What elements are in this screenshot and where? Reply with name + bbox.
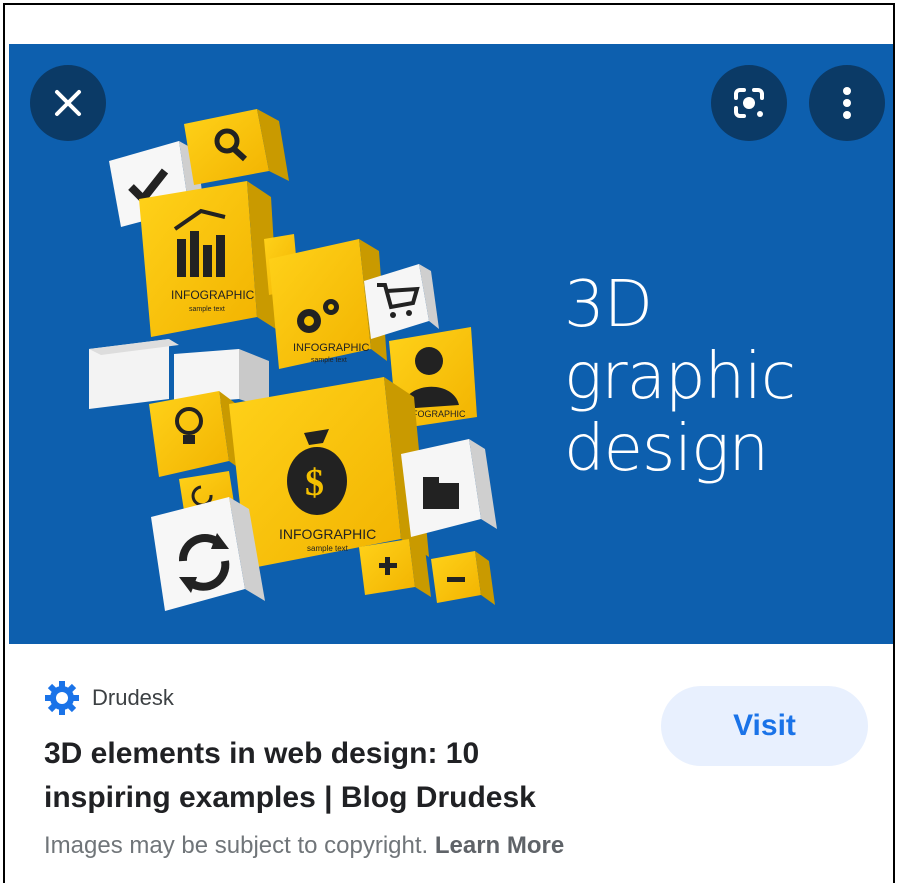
plus-cube	[359, 539, 431, 597]
cube-illustration: INFOGRAPHIC sample text INFOGRAPHIC samp…	[89, 109, 497, 611]
copyright-text: Images may be subject to copyright.	[44, 832, 429, 859]
money-bag-cube: $ INFOGRAPHIC sample text	[229, 377, 429, 569]
minus-icon	[447, 577, 465, 582]
cube-infographic-label: INFOGRAPHIC	[293, 342, 369, 354]
recycle-cube	[151, 497, 265, 611]
hero-title-line: design	[564, 412, 769, 486]
close-button[interactable]	[30, 65, 106, 141]
image-preview[interactable]: INFOGRAPHIC sample text INFOGRAPHIC samp…	[9, 44, 893, 644]
google-lens-icon	[734, 88, 764, 118]
lightbulb-cube	[149, 391, 243, 477]
hero-title: 3D graphic design	[564, 268, 796, 486]
svg-text:$: $	[305, 462, 324, 504]
cube-infographic-label: INFOGRAPHIC	[279, 526, 376, 542]
search-cube	[184, 109, 289, 185]
learn-more-link[interactable]: Learn More	[435, 832, 564, 859]
gear-icon	[45, 681, 79, 715]
cube-sample-label: sample text	[311, 357, 347, 364]
cube-infographic-label: INFOGRAPHIC	[171, 288, 255, 302]
source-site[interactable]: Drudesk	[44, 680, 174, 716]
source-name: Drudesk	[92, 685, 174, 710]
folder-cube	[401, 439, 497, 537]
more-options-button[interactable]	[809, 65, 885, 141]
google-lens-button[interactable]	[711, 65, 787, 141]
visit-button[interactable]: Visit	[661, 686, 868, 766]
hero-title-line: graphic	[564, 340, 796, 414]
result-title[interactable]: 3D elements in web design: 10 inspiring …	[44, 732, 604, 820]
more-vert-icon	[843, 87, 851, 119]
minus-cube	[431, 551, 495, 605]
cube-sample-label: sample text	[307, 544, 349, 553]
bar-chart-cube: INFOGRAPHIC sample text	[139, 181, 279, 337]
close-icon	[55, 90, 81, 116]
white-shard-left	[89, 339, 179, 409]
cube-sample-label: sample text	[189, 306, 225, 313]
copyright-notice: Images may be subject to copyright. Lear…	[44, 832, 564, 860]
hero-title-line: 3D	[564, 268, 653, 342]
